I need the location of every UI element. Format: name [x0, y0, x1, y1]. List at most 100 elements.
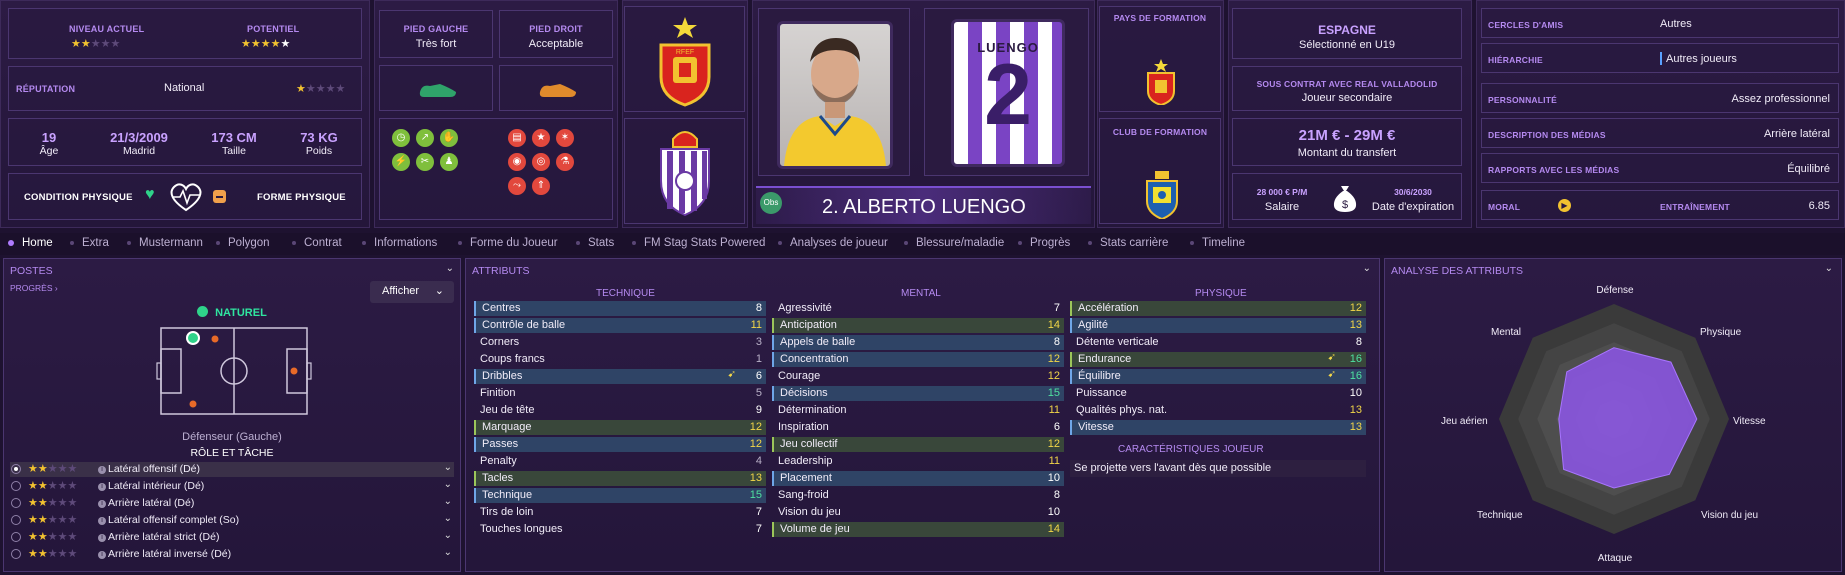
- chevron-down-icon[interactable]: ⌄: [444, 462, 452, 473]
- role-row[interactable]: ★★★★★ i Arrière latéral inversé (Dé) ⌄: [10, 547, 454, 562]
- attr-row-mental[interactable]: Inspiration 6: [772, 420, 1064, 435]
- trait-icon-14[interactable]: ⇑: [532, 177, 550, 195]
- nation-detail: Sélectionné en U19: [1298, 39, 1395, 51]
- morale-label: MORAL: [1488, 202, 1521, 212]
- attr-row-technical[interactable]: Penalty 4: [474, 454, 766, 469]
- shirt: LUENGO 2: [951, 19, 1065, 167]
- role-radio[interactable]: [11, 549, 21, 559]
- attributes-collapse-icon[interactable]: ⌄: [1363, 263, 1371, 274]
- trait-icon-11[interactable]: ◎: [532, 153, 550, 171]
- attr-row-mental[interactable]: Concentration 12: [772, 352, 1064, 367]
- trait-icon-2[interactable]: ↗: [416, 129, 434, 147]
- tab-stats-carriere[interactable]: Stats carrière: [1088, 237, 1168, 249]
- attr-row-physical[interactable]: Agilité 13: [1070, 318, 1366, 333]
- show-button[interactable]: Afficher ⌄: [370, 281, 454, 303]
- tab-informations[interactable]: Informations: [362, 237, 437, 249]
- tab-blessure[interactable]: Blessure/maladie: [904, 237, 1004, 249]
- tab-progres[interactable]: Progrès: [1018, 237, 1070, 249]
- attr-row-technical[interactable]: Technique 15: [474, 488, 766, 503]
- attr-row-physical[interactable]: Vitesse 13: [1070, 420, 1366, 435]
- axis-label-mental: Mental: [1491, 327, 1522, 338]
- role-row[interactable]: ★★★★★ i Arrière latéral (Dé) ⌄: [10, 496, 454, 511]
- trait-icon-12[interactable]: ⚗: [556, 153, 574, 171]
- attr-row-mental[interactable]: Jeu collectif 12: [772, 437, 1064, 452]
- role-row[interactable]: ★★★★★ i Latéral intérieur (Dé) ⌄: [10, 479, 454, 494]
- tab-home[interactable]: Home: [8, 237, 53, 249]
- attr-row-technical[interactable]: Coups francs 1: [474, 352, 766, 367]
- attr-row-technical[interactable]: Finition 5: [474, 386, 766, 401]
- attr-row-technical[interactable]: Marquage 12: [474, 420, 766, 435]
- age-value: 19: [41, 130, 57, 145]
- heart-icon: ♥: [145, 186, 155, 203]
- tab-extra[interactable]: Extra: [70, 237, 109, 249]
- tab-forme-du-joueur[interactable]: Forme du Joueur: [458, 237, 558, 249]
- chevron-down-icon[interactable]: ⌄: [444, 479, 452, 490]
- trait-icon-7[interactable]: ▤: [508, 129, 526, 147]
- attr-row-mental[interactable]: Sang-froid 8: [772, 488, 1064, 503]
- role-radio[interactable]: [11, 515, 21, 525]
- tab-stats[interactable]: Stats: [576, 237, 614, 249]
- attr-row-technical[interactable]: Dribbles ➹ 6: [474, 369, 766, 384]
- attr-row-technical[interactable]: Contrôle de balle 11: [474, 318, 766, 333]
- chevron-down-icon[interactable]: ⌄: [444, 496, 452, 507]
- attr-row-physical[interactable]: Accélération 12: [1070, 301, 1366, 316]
- role-row[interactable]: ★★★★★ i Latéral offensif (Dé) ⌄: [10, 462, 454, 477]
- tab-polygon[interactable]: Polygon: [216, 237, 270, 249]
- tab-mustermann[interactable]: Mustermann: [127, 237, 203, 249]
- analysis-collapse-icon[interactable]: ⌄: [1825, 263, 1833, 274]
- traits-icons-box: ◷ ↗ ✋ ⚡ ✂ ♟ ▤ ★ ✶ ◉ ◎ ⚗ ⤳ ⇑: [379, 118, 613, 220]
- attr-row-physical[interactable]: Endurance ➹ 16: [1070, 352, 1366, 367]
- role-radio[interactable]: [11, 481, 21, 491]
- positions-collapse-icon[interactable]: ⌄: [446, 263, 454, 274]
- height-label: Taille: [222, 145, 246, 157]
- tab-fm-stag-stats[interactable]: FM Stag Stats Powered: [632, 237, 765, 249]
- role-row[interactable]: ★★★★★ i Latéral offensif complet (So) ⌄: [10, 513, 454, 528]
- attr-row-technical[interactable]: Touches longues 7: [474, 522, 766, 537]
- progress-link[interactable]: PROGRÈS ›: [10, 283, 58, 293]
- shirt-number: 2: [984, 47, 1032, 143]
- role-radio[interactable]: [11, 532, 21, 542]
- tab-timeline[interactable]: Timeline: [1190, 237, 1245, 249]
- attr-row-technical[interactable]: Passes 12: [474, 437, 766, 452]
- chevron-down-icon[interactable]: ⌄: [444, 547, 452, 558]
- attr-row-technical[interactable]: Jeu de tête 9: [474, 403, 766, 418]
- attr-row-mental[interactable]: Vision du jeu 10: [772, 505, 1064, 520]
- trait-icon-13[interactable]: ⤳: [508, 177, 526, 195]
- tab-analyses[interactable]: Analyses de joueur: [778, 237, 888, 249]
- trait-icon-8[interactable]: ★: [532, 129, 550, 147]
- role-row[interactable]: ★★★★★ i Arrière latéral strict (Dé) ⌄: [10, 530, 454, 545]
- trait-icon-4[interactable]: ⚡: [392, 153, 410, 171]
- trait-icon-3[interactable]: ✋: [440, 129, 458, 147]
- role-radio[interactable]: [11, 498, 21, 508]
- trait-icon-10[interactable]: ◉: [508, 153, 526, 171]
- trait-icon-1[interactable]: ◷: [392, 129, 410, 147]
- attr-row-mental[interactable]: Leadership 11: [772, 454, 1064, 469]
- attr-row-mental[interactable]: Détermination 11: [772, 403, 1064, 418]
- attr-row-mental[interactable]: Décisions 15: [772, 386, 1064, 401]
- attr-row-technical[interactable]: Tirs de loin 7: [474, 505, 766, 520]
- trait-icon-5[interactable]: ✂: [416, 153, 434, 171]
- attr-value: 1: [755, 353, 762, 365]
- attr-row-mental[interactable]: Placement 10: [772, 471, 1064, 486]
- attr-row-technical[interactable]: Tacles 13: [474, 471, 766, 486]
- tab-contrat[interactable]: Contrat: [292, 237, 342, 249]
- attr-row-mental[interactable]: Courage 12: [772, 369, 1064, 384]
- attr-row-physical[interactable]: Puissance 10: [1070, 386, 1366, 401]
- attr-row-mental[interactable]: Anticipation 14: [772, 318, 1064, 333]
- chevron-down-icon[interactable]: ⌄: [444, 530, 452, 541]
- trait-icon-6[interactable]: ♟: [440, 153, 458, 171]
- attr-row-mental[interactable]: Appels de balle 8: [772, 335, 1064, 350]
- attr-row-mental[interactable]: Volume de jeu 14: [772, 522, 1064, 537]
- attr-row-mental[interactable]: Agressivité 7: [772, 301, 1064, 316]
- attr-row-technical[interactable]: Corners 3: [474, 335, 766, 350]
- attr-row-physical[interactable]: Équilibre ➹ 16: [1070, 369, 1366, 384]
- axis-label-technique: Technique: [1477, 510, 1523, 521]
- obs-button[interactable]: Obs: [760, 192, 782, 214]
- role-radio[interactable]: [11, 464, 21, 474]
- attr-row-technical[interactable]: Centres 8: [474, 301, 766, 316]
- chevron-down-icon[interactable]: ⌄: [444, 513, 452, 524]
- trait-icon-9[interactable]: ✶: [556, 129, 574, 147]
- reputation-value: National: [164, 82, 205, 94]
- attr-row-physical[interactable]: Qualités phys. nat. 13: [1070, 403, 1366, 418]
- attr-row-physical[interactable]: Détente verticale 8: [1070, 335, 1366, 350]
